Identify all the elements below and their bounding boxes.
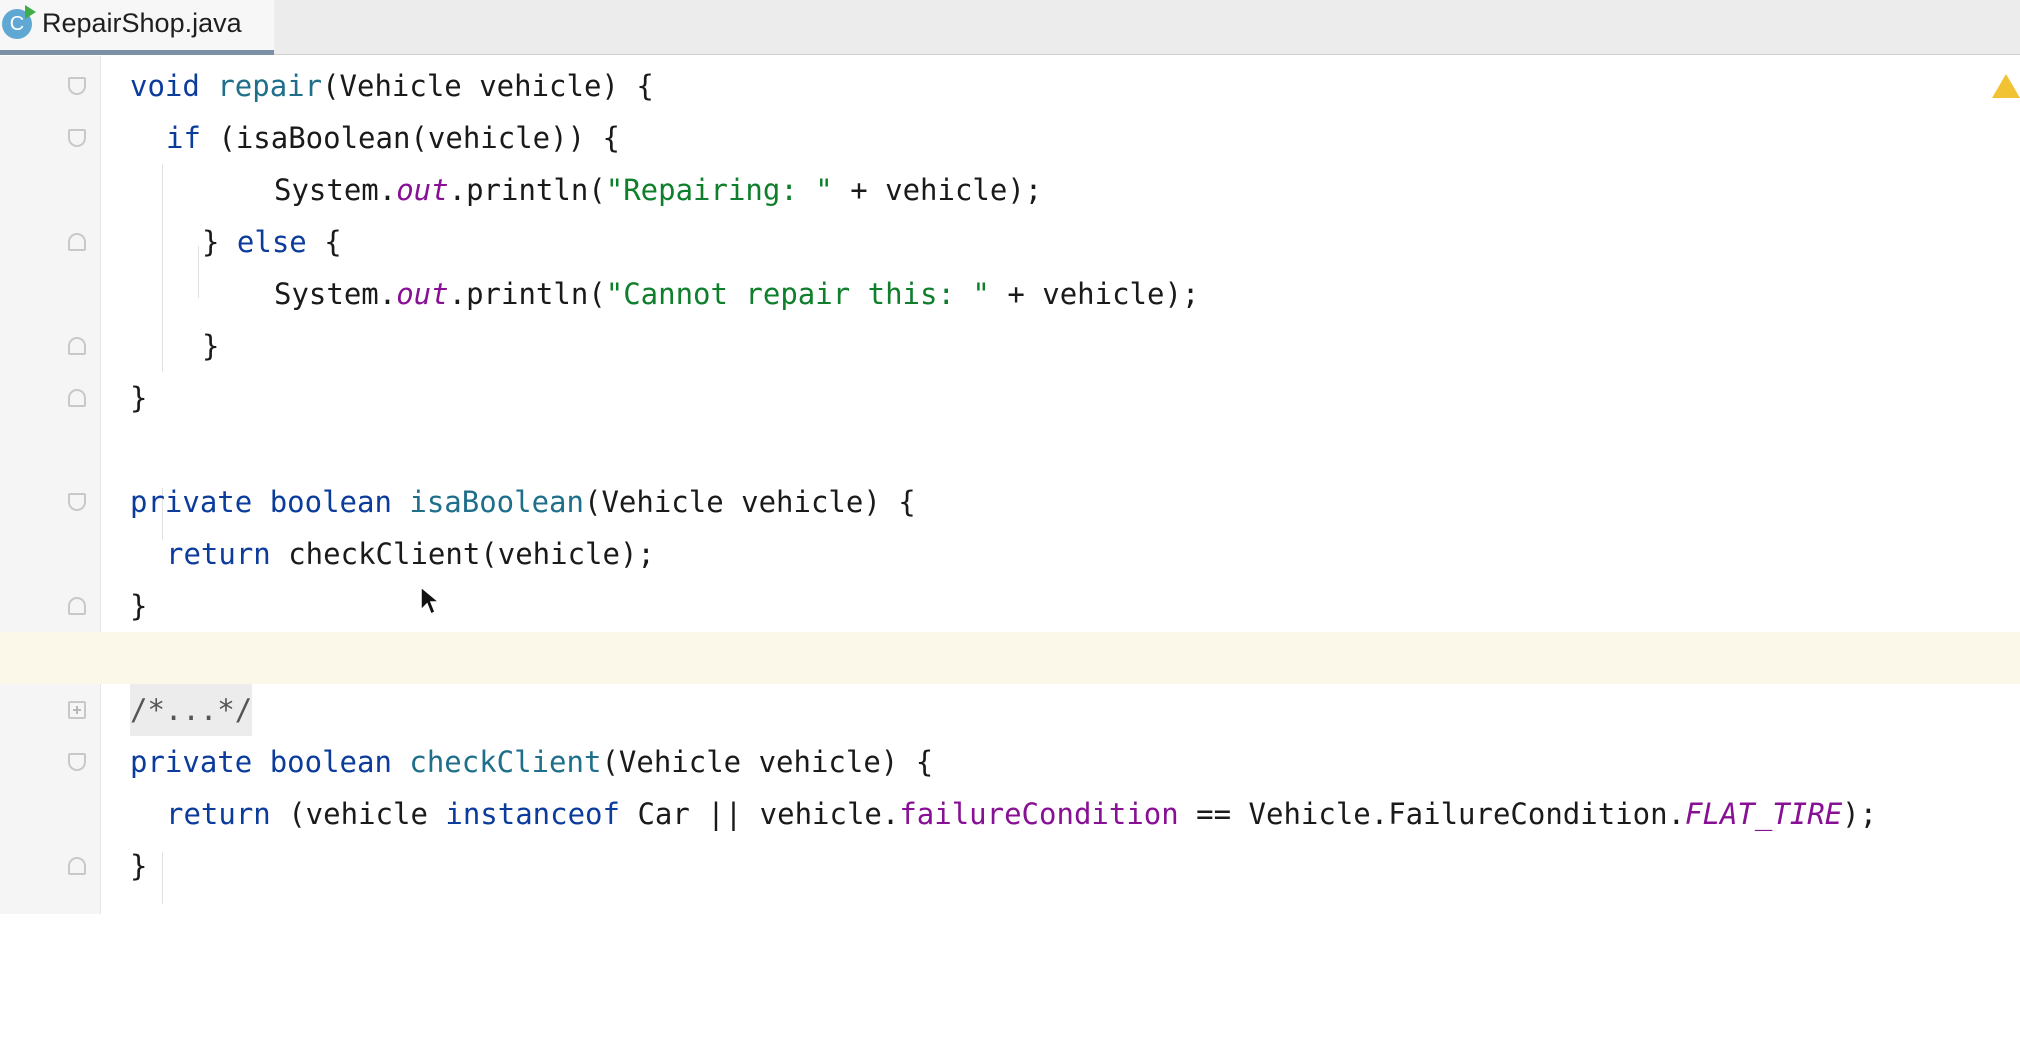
editor-tab-bar: C RepairShop.java [0, 0, 2020, 55]
code-text: System. [274, 173, 397, 207]
code-text: (Vehicle vehicle) { [601, 745, 934, 779]
fold-marker-icon[interactable] [68, 77, 86, 95]
code-text: (Vehicle vehicle) { [583, 485, 916, 519]
code-text: System. [274, 277, 397, 311]
code-line: System.out.println("Cannot repair this: … [0, 268, 2020, 320]
method-name: repair [217, 69, 323, 103]
code-text: Car || vehicle. [619, 797, 900, 831]
enum-constant: FLAT_TIRE [1685, 797, 1843, 831]
keyword: return [166, 797, 271, 831]
fold-marker-icon[interactable] [68, 389, 86, 407]
code-text: checkClient(vehicle); [270, 537, 655, 571]
code-text: } [202, 329, 220, 363]
code-text: } [130, 589, 148, 623]
method-name: checkClient [409, 745, 602, 779]
code-line: } else { [0, 216, 2020, 268]
code-text: ); [1842, 797, 1878, 831]
code-text: == Vehicle.FailureCondition. [1178, 797, 1686, 831]
code-editor[interactable]: void repair(Vehicle vehicle) { if (isaBo… [0, 56, 2020, 914]
code-text: (Vehicle vehicle) { [322, 69, 654, 103]
current-line[interactable] [0, 632, 2020, 684]
folded-comment[interactable]: /*...*/ [130, 684, 253, 736]
fold-marker-icon[interactable] [68, 493, 86, 511]
keyword: private [130, 745, 253, 779]
code-line: } [0, 840, 2020, 892]
method-name: isaBoolean [409, 485, 584, 519]
run-marker-icon [25, 5, 36, 19]
code-text: } [130, 381, 148, 415]
code-text: + vehicle); [832, 173, 1043, 207]
keyword: instanceof [445, 797, 620, 831]
fold-marker-icon[interactable] [68, 337, 86, 355]
keyword: boolean [269, 485, 392, 519]
keyword: private [130, 485, 253, 519]
string-literal: "Cannot repair this: " [605, 277, 990, 311]
code-text: + vehicle); [989, 277, 1200, 311]
field-name: failureCondition [899, 797, 1179, 831]
code-text: .println( [448, 173, 606, 207]
code-text: { [306, 225, 342, 259]
fold-marker-icon[interactable] [68, 857, 86, 875]
code-text: (isaBoolean(vehicle)) { [200, 121, 620, 155]
keyword: return [166, 537, 271, 571]
code-line: } [0, 372, 2020, 424]
code-line: private boolean checkClient(Vehicle vehi… [0, 736, 2020, 788]
code-line: void repair(Vehicle vehicle) { [0, 60, 2020, 112]
expand-fold-icon[interactable] [68, 701, 86, 719]
code-line: return checkClient(vehicle); [0, 528, 2020, 580]
code-text: .println( [448, 277, 606, 311]
static-field: out [396, 173, 449, 207]
tab-label: RepairShop.java [42, 8, 242, 38]
code-line: if (isaBoolean(vehicle)) { [0, 112, 2020, 164]
class-icon-letter: C [9, 13, 25, 35]
fold-marker-icon[interactable] [68, 233, 86, 251]
code-line: return (vehicle instanceof Car || vehicl… [0, 788, 2020, 840]
string-literal: "Repairing: " [605, 173, 833, 207]
keyword: else [236, 225, 307, 259]
java-class-icon: C [2, 5, 36, 39]
fold-marker-icon[interactable] [68, 597, 86, 615]
keyword: boolean [269, 745, 392, 779]
code-text: (vehicle [270, 797, 446, 831]
fold-marker-icon[interactable] [68, 129, 86, 147]
code-line: } [0, 580, 2020, 632]
code-line: } [0, 320, 2020, 372]
static-field: out [396, 277, 449, 311]
code-line: /*...*/ [0, 684, 2020, 736]
code-line: System.out.println("Repairing: " + vehic… [0, 164, 2020, 216]
keyword: void [130, 69, 200, 103]
code-text: } [202, 225, 237, 259]
tab-repairshop-java[interactable]: C RepairShop.java [0, 0, 274, 55]
keyword: if [166, 121, 201, 155]
code-text: } [130, 849, 148, 883]
code-line: private boolean isaBoolean(Vehicle vehic… [0, 476, 2020, 528]
fold-marker-icon[interactable] [68, 753, 86, 771]
